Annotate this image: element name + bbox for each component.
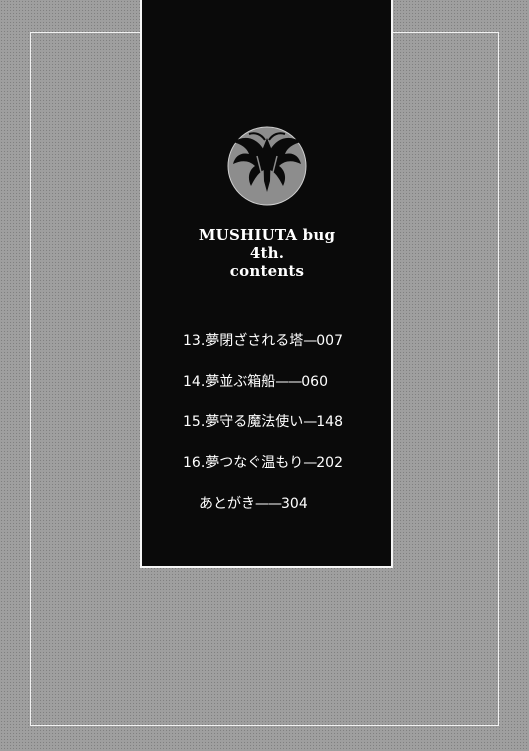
toc-item-16[interactable]: 16.夢つなぐ温もり—202 [183, 454, 343, 472]
toc-item-13[interactable]: 13.夢閉ざされる塔—007 [183, 332, 343, 350]
toc-page-number: 060 [301, 374, 328, 390]
toc-item-label: 16.夢つなぐ温もり [183, 455, 304, 471]
toc-leader: — [303, 333, 317, 349]
toc-item-15[interactable]: 15.夢守る魔法使い—148 [183, 413, 343, 431]
toc-item-afterword[interactable]: あとがき——304 [199, 495, 308, 513]
toc-leader: —— [275, 374, 302, 390]
toc-page-number: 202 [316, 455, 343, 471]
title-line-contents: contents [229, 262, 305, 280]
contents-panel [140, 0, 393, 568]
toc-page-number: 007 [316, 333, 343, 349]
toc-item-label: 15.夢守る魔法使い [183, 414, 304, 430]
toc-leader: —— [255, 496, 282, 512]
title-line-series: MUSHIUTA bug [198, 226, 336, 244]
toc-page-number: 148 [316, 414, 343, 430]
toc-item-label: あとがき [199, 496, 255, 512]
toc-leader: — [303, 455, 317, 471]
moth-emblem-icon [227, 126, 307, 206]
toc-item-label: 14.夢並ぶ箱船 [183, 374, 276, 390]
toc-item-14[interactable]: 14.夢並ぶ箱船——060 [183, 373, 328, 391]
toc-page-number: 304 [281, 496, 308, 512]
book-title: MUSHIUTA bug 4th. contents [160, 226, 374, 280]
toc-item-label: 13.夢閉ざされる塔 [183, 333, 304, 349]
toc-leader: — [303, 414, 317, 430]
title-line-volume: 4th. [249, 244, 285, 262]
